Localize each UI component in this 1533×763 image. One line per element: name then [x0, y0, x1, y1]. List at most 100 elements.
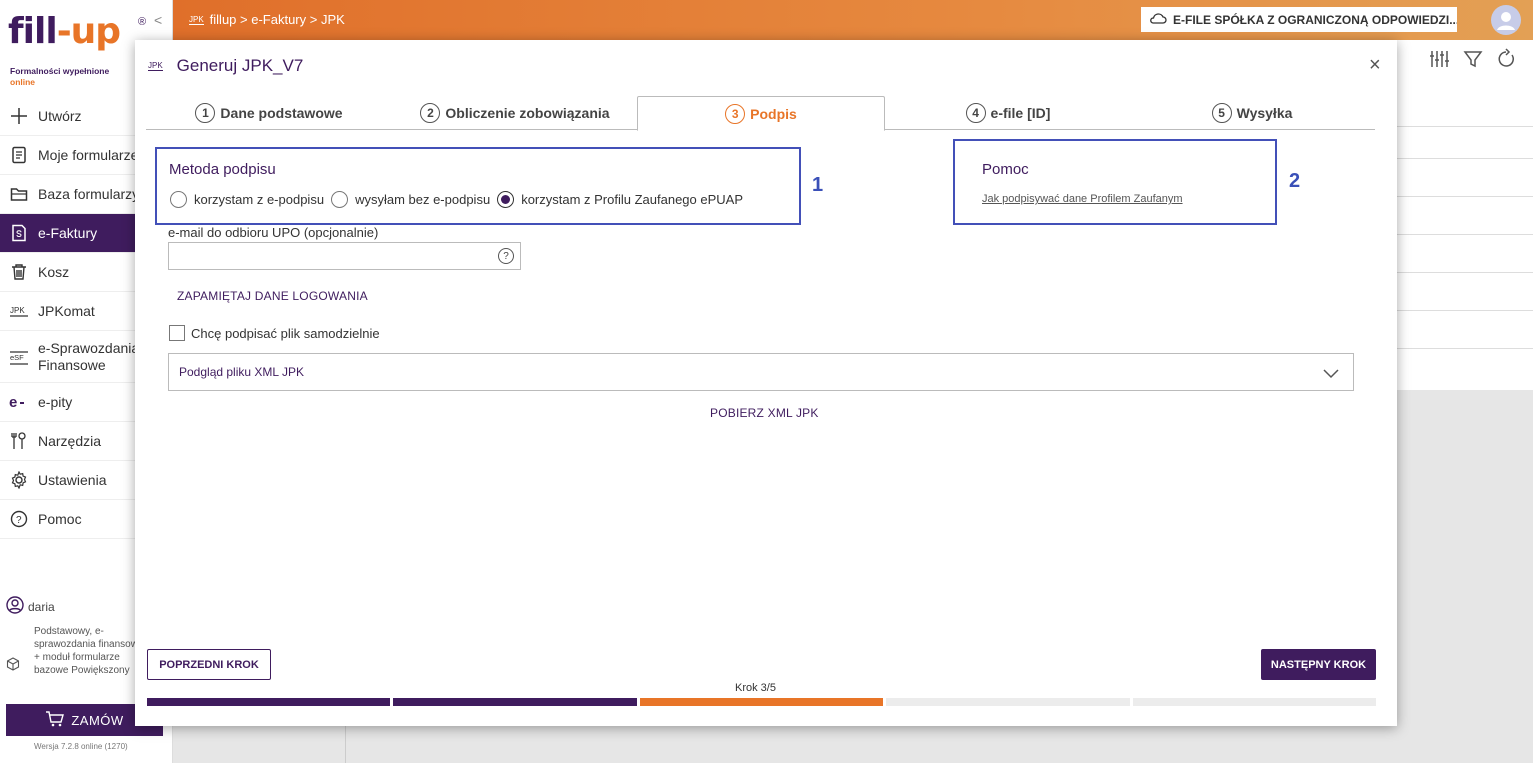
sidebar-item-label: Ustawienia — [38, 472, 107, 488]
tab-obliczenie-zobowiazania[interactable]: 2 Obliczenie zobowiązania — [392, 96, 638, 130]
epit-icon: e — [9, 392, 29, 412]
tab-wysylka[interactable]: 5 Wysyłka — [1129, 96, 1375, 130]
logo-up: up — [70, 11, 121, 52]
next-step-button[interactable]: NASTĘPNY KROK — [1261, 649, 1376, 680]
annotation-marker-1: 1 — [812, 174, 824, 196]
logo-fill: fill — [8, 11, 58, 52]
help-highlight — [953, 139, 1277, 225]
self-sign-label: Chcę podpisać plik samodzielnie — [191, 325, 380, 341]
cart-icon — [45, 710, 65, 731]
tab-number: 5 — [1211, 103, 1232, 123]
svg-text:?: ? — [16, 515, 22, 526]
step-progress-bar — [147, 698, 1377, 706]
avatar[interactable] — [1491, 5, 1521, 35]
radio-label: korzystam z Profilu Zaufanego ePUAP — [521, 192, 744, 207]
self-sign-checkbox-row[interactable]: Chcę podpisać plik samodzielnie — [169, 325, 380, 341]
tab-podpis[interactable]: 3 Podpis — [637, 96, 885, 131]
sidebar-item-label: Utwórz — [38, 108, 82, 124]
help-link-profil-zaufany[interactable]: Jak podpisywać dane Profilem Zaufanym — [982, 193, 1183, 205]
company-selector[interactable]: E-FILE SPÓŁKA Z OGRANICZONĄ ODPOWIEDZI..… — [1141, 7, 1457, 32]
collapse-sidebar-button[interactable]: < — [154, 12, 162, 28]
self-sign-checkbox[interactable] — [169, 325, 185, 341]
radio-e-podpis[interactable]: korzystam z e-podpisu — [170, 191, 324, 208]
chevron-down-icon — [1323, 369, 1339, 379]
columns-icon[interactable] — [1428, 48, 1450, 70]
signature-method-highlight — [155, 147, 801, 225]
progress-segment — [1132, 698, 1377, 706]
sidebar-item-label: Moje formularze — [38, 147, 139, 163]
svg-text:e: e — [9, 394, 17, 410]
user-icon — [6, 596, 24, 617]
annotation-marker-2: 2 — [1289, 170, 1301, 192]
jpk-badge: JPK — [189, 14, 204, 25]
radio-circle — [170, 191, 187, 208]
progress-segment — [639, 698, 884, 706]
radio-bez-e-podpisu[interactable]: wysyłam bez e-podpisu — [331, 191, 490, 208]
plus-icon — [9, 106, 29, 126]
step-tabs: 1 Dane podstawowe 2 Obliczenie zobowiąza… — [146, 96, 1375, 131]
signature-method-title: Metoda podpisu — [169, 161, 276, 178]
xml-preview-accordion[interactable]: Podgląd pliku XML JPK — [168, 353, 1354, 391]
radio-profil-zaufany[interactable]: korzystam z Profilu Zaufanego ePUAP — [497, 191, 743, 208]
tab-label: Podpis — [750, 105, 797, 122]
sidebar-item-label: JPKomat — [38, 303, 95, 319]
sidebar-item-label: e-Sprawozdania — [38, 339, 140, 356]
progress-segment — [393, 698, 637, 706]
company-name: E-FILE SPÓŁKA Z OGRANICZONĄ ODPOWIEDZI..… — [1173, 12, 1457, 27]
generate-jpk-modal: JPK Generuj JPK_V7 × 1 Dane podstawowe 2… — [135, 40, 1397, 726]
tab-label: Obliczenie zobowiązania — [445, 105, 610, 121]
breadcrumb: JPK fillup > e-Faktury > JPK — [189, 12, 345, 27]
tab-number: 4 — [965, 103, 986, 123]
help-icon: ? — [9, 509, 29, 529]
cloud-icon — [1149, 11, 1167, 28]
remember-login-button[interactable]: ZAPAMIĘTAJ DANE LOGOWANIA — [177, 289, 368, 303]
order-label: ZAMÓW — [71, 712, 124, 728]
esf-icon: eSF — [9, 347, 29, 367]
tab-e-file-id[interactable]: 4 e-file [ID] — [885, 96, 1131, 130]
tab-label: e-file [ID] — [990, 105, 1051, 121]
user-avatar-icon — [1497, 12, 1515, 30]
logo-dash: - — [56, 11, 72, 52]
email-input[interactable]: ? — [168, 242, 521, 270]
refresh-icon[interactable] — [1496, 48, 1518, 70]
logo-registered: ® — [138, 16, 147, 28]
email-label: e-mail do odbioru UPO (opcjonalnie) — [168, 225, 379, 240]
sidebar-item-label: Narzędzia — [38, 433, 102, 449]
radio-circle — [331, 191, 349, 208]
question-icon[interactable]: ? — [498, 248, 514, 264]
sidebar-item-label: e-pity — [38, 394, 73, 410]
gear-icon — [9, 470, 29, 490]
previous-step-button[interactable]: POPRZEDNI KROK — [147, 649, 271, 680]
user-plan: Podstawowy, e-sprawozdania finansowe + m… — [34, 626, 144, 676]
modal-title: JPK Generuj JPK_V7 — [148, 56, 303, 76]
download-xml-button[interactable]: POBIERZ XML JPK — [710, 406, 819, 420]
sidebar-item-label: e-Faktury — [38, 225, 98, 241]
package-icon — [6, 657, 20, 674]
tab-label: Wysyłka — [1236, 105, 1293, 121]
svg-text:JPK: JPK — [10, 306, 25, 315]
progress-segment — [886, 698, 1130, 706]
jpk-icon: JPK — [9, 301, 29, 321]
close-icon[interactable]: × — [1369, 54, 1381, 77]
tab-label: Dane podstawowe — [220, 105, 343, 121]
logo[interactable]: fill-up ® — [8, 12, 148, 52]
topbar: JPK fillup > e-Faktury > JPK E-FILE SPÓŁ… — [173, 0, 1533, 40]
svg-text:eSF: eSF — [10, 353, 24, 362]
modal-title-text: Generuj JPK_V7 — [176, 56, 304, 75]
user-name: daria — [28, 599, 55, 614]
step-indicator: Krok 3/5 — [735, 682, 776, 694]
help-title: Pomoc — [982, 161, 1029, 178]
tab-number: 3 — [725, 103, 746, 124]
folder-icon — [9, 184, 29, 204]
tools-icon — [9, 431, 29, 451]
tab-number: 1 — [195, 103, 216, 123]
tab-dane-podstawowe[interactable]: 1 Dane podstawowe — [146, 96, 392, 130]
version-text: Wersja 7.2.8 online (1270) — [34, 742, 128, 751]
breadcrumb-text[interactable]: fillup > e-Faktury > JPK — [210, 12, 345, 27]
trash-icon — [9, 262, 29, 282]
radio-label: wysyłam bez e-podpisu — [355, 192, 491, 207]
sidebar-item-label: Pomoc — [38, 511, 82, 527]
toolbar — [1428, 48, 1518, 70]
filter-icon[interactable] — [1462, 48, 1484, 70]
progress-segment — [147, 698, 391, 706]
